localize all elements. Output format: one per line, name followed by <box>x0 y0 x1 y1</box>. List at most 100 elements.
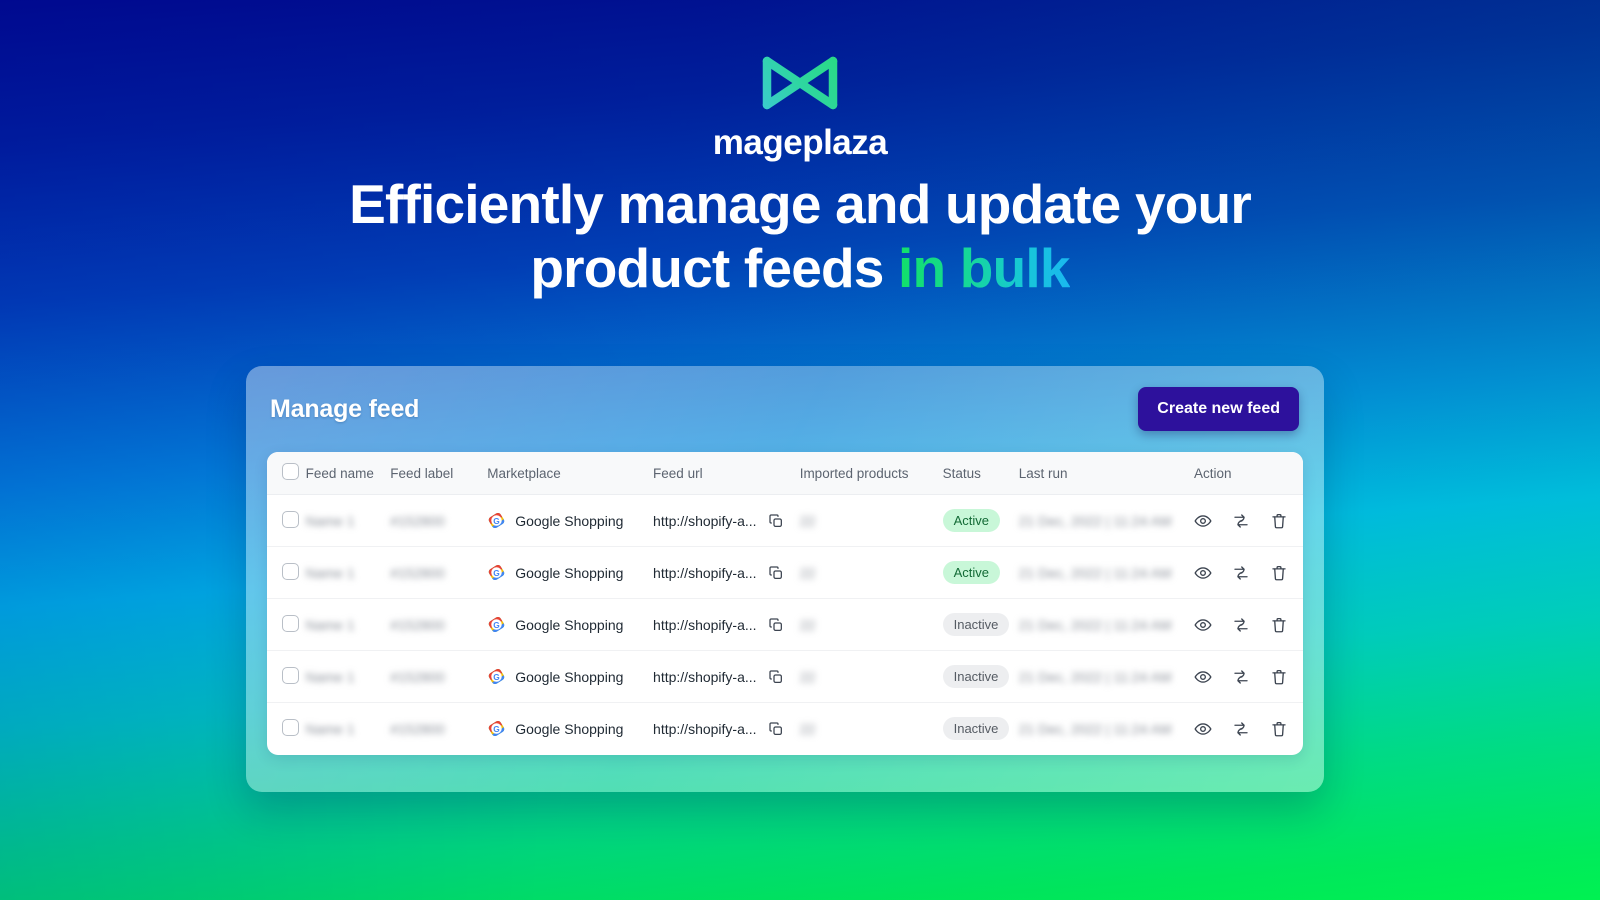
feed-label-value: #152800 <box>390 668 445 685</box>
column-header-marketplace[interactable]: Marketplace <box>487 452 654 495</box>
manage-feed-card: Manage feed Create new feed Feed name Fe… <box>246 366 1324 792</box>
feed-name-value: Name 1 <box>305 720 355 737</box>
row-select-cell <box>267 598 306 651</box>
view-icon[interactable] <box>1194 668 1212 686</box>
cell-feed-label: #152800 <box>390 598 488 651</box>
last-run-value: 21 Dec, 2022 | 11:24 AM <box>1018 668 1172 685</box>
create-new-feed-button[interactable]: Create new feed <box>1138 387 1299 431</box>
feed-table-head: Feed name Feed label Marketplace Feed ur… <box>267 452 1303 495</box>
sync-icon[interactable] <box>1232 564 1250 582</box>
marketplace-value: Google Shopping <box>515 512 624 529</box>
sync-icon[interactable] <box>1232 720 1250 738</box>
row-checkbox[interactable] <box>282 718 299 736</box>
view-icon[interactable] <box>1194 564 1212 582</box>
cell-feed-url: http://shopify-a... <box>653 598 800 651</box>
row-select-cell <box>267 494 306 547</box>
table-header-row: Feed name Feed label Marketplace Feed ur… <box>267 452 1303 495</box>
column-header-imported-products[interactable]: Imported products <box>799 452 943 495</box>
column-header-feed-url[interactable]: Feed url <box>653 452 800 495</box>
cell-last-run: 21 Dec, 2022 | 11:24 AM <box>1018 650 1195 703</box>
feed-table: Feed name Feed label Marketplace Feed ur… <box>267 452 1303 755</box>
row-checkbox[interactable] <box>282 614 299 632</box>
svg-text:G: G <box>493 568 499 578</box>
table-row[interactable]: Name 1 #152800 G Google Shopping http://… <box>267 598 1303 651</box>
sync-icon[interactable] <box>1232 668 1250 686</box>
page-root: mageplaza Efficiently manage and update … <box>0 0 1600 900</box>
sync-icon[interactable] <box>1232 616 1250 634</box>
row-checkbox[interactable] <box>282 510 299 528</box>
sync-icon[interactable] <box>1232 512 1250 530</box>
marketplace-value: Google Shopping <box>515 720 624 737</box>
imported-products-value: 22 <box>799 512 816 529</box>
table-row[interactable]: Name 1 #152800 G Google Shopping http://… <box>267 703 1303 755</box>
feed-name-value: Name 1 <box>305 668 355 685</box>
google-shopping-icon: G <box>488 564 505 581</box>
delete-icon[interactable] <box>1270 668 1288 686</box>
card-title: Manage feed <box>270 394 420 423</box>
select-all-checkbox[interactable] <box>282 463 299 480</box>
feed-name-value: Name 1 <box>305 564 355 581</box>
status-badge: Inactive <box>942 613 1010 636</box>
cell-marketplace: G Google Shopping <box>487 703 653 755</box>
svg-text:G: G <box>493 516 499 526</box>
last-run-value: 21 Dec, 2022 | 11:24 AM <box>1018 616 1172 633</box>
cell-actions <box>1194 546 1303 599</box>
view-icon[interactable] <box>1194 720 1212 738</box>
cell-status: Inactive <box>942 703 1019 755</box>
column-header-last-run[interactable]: Last run <box>1018 452 1195 495</box>
google-shopping-icon: G <box>488 512 505 529</box>
cell-marketplace: G Google Shopping <box>487 546 654 599</box>
cell-feed-name: Name 1 <box>305 494 391 547</box>
cell-feed-name: Name 1 <box>305 546 391 599</box>
view-icon[interactable] <box>1194 616 1212 634</box>
feed-url-value: http://shopify-a... <box>653 668 757 685</box>
cell-status: Active <box>942 546 1019 599</box>
copy-icon[interactable] <box>768 721 784 737</box>
table-row[interactable]: Name 1 #152800 G Google Shopping http://… <box>267 650 1303 703</box>
imported-products-value: 22 <box>799 616 816 633</box>
brand-wordmark: mageplaza <box>712 123 888 162</box>
cell-imported-products: 22 <box>799 546 943 599</box>
table-row[interactable]: Name 1 #152800 G Google Shopping http://… <box>267 546 1303 599</box>
cell-actions <box>1194 650 1303 703</box>
mageplaza-m-logo-icon <box>762 56 838 110</box>
view-icon[interactable] <box>1194 512 1212 530</box>
headline-accent: in bulk <box>898 236 1070 299</box>
feed-table-container: Feed name Feed label Marketplace Feed ur… <box>267 452 1303 755</box>
column-header-status[interactable]: Status <box>942 452 1019 495</box>
imported-products-value: 22 <box>799 564 816 581</box>
delete-icon[interactable] <box>1270 616 1288 634</box>
copy-icon[interactable] <box>768 617 784 633</box>
copy-icon[interactable] <box>768 565 784 581</box>
copy-icon[interactable] <box>768 513 784 529</box>
delete-icon[interactable] <box>1270 512 1288 530</box>
cell-status: Inactive <box>942 598 1019 651</box>
cell-marketplace: G Google Shopping <box>487 650 654 703</box>
column-header-feed-label[interactable]: Feed label <box>390 452 488 495</box>
copy-icon[interactable] <box>768 669 784 685</box>
row-checkbox[interactable] <box>282 666 299 684</box>
cell-actions <box>1194 494 1303 547</box>
svg-text:G: G <box>493 724 499 734</box>
page-headline: Efficiently manage and update your produ… <box>260 173 1340 301</box>
cell-feed-label: #152800 <box>390 650 488 703</box>
headline-line-1: Efficiently manage and update your <box>349 173 1252 235</box>
marketplace-value: Google Shopping <box>515 668 624 685</box>
cell-status: Active <box>942 494 1019 547</box>
feed-url-value: http://shopify-a... <box>653 564 757 581</box>
cell-feed-label: #152800 <box>390 546 488 599</box>
delete-icon[interactable] <box>1270 564 1288 582</box>
cell-imported-products: 22 <box>800 703 943 755</box>
cell-last-run: 21 Dec, 2022 | 11:24 AM <box>1019 703 1194 755</box>
feed-name-value: Name 1 <box>305 512 355 529</box>
status-badge: Active <box>942 509 1001 532</box>
row-select-cell <box>267 703 306 755</box>
cell-feed-name: Name 1 <box>305 650 391 703</box>
delete-icon[interactable] <box>1270 720 1288 738</box>
column-header-feed-name[interactable]: Feed name <box>305 452 391 495</box>
table-row[interactable]: Name 1 #152800 G Google Shopping http://… <box>267 494 1303 547</box>
select-all-header <box>267 452 306 495</box>
row-checkbox[interactable] <box>282 562 299 580</box>
cell-feed-name: Name 1 <box>305 598 391 651</box>
cell-marketplace: G Google Shopping <box>487 494 654 547</box>
